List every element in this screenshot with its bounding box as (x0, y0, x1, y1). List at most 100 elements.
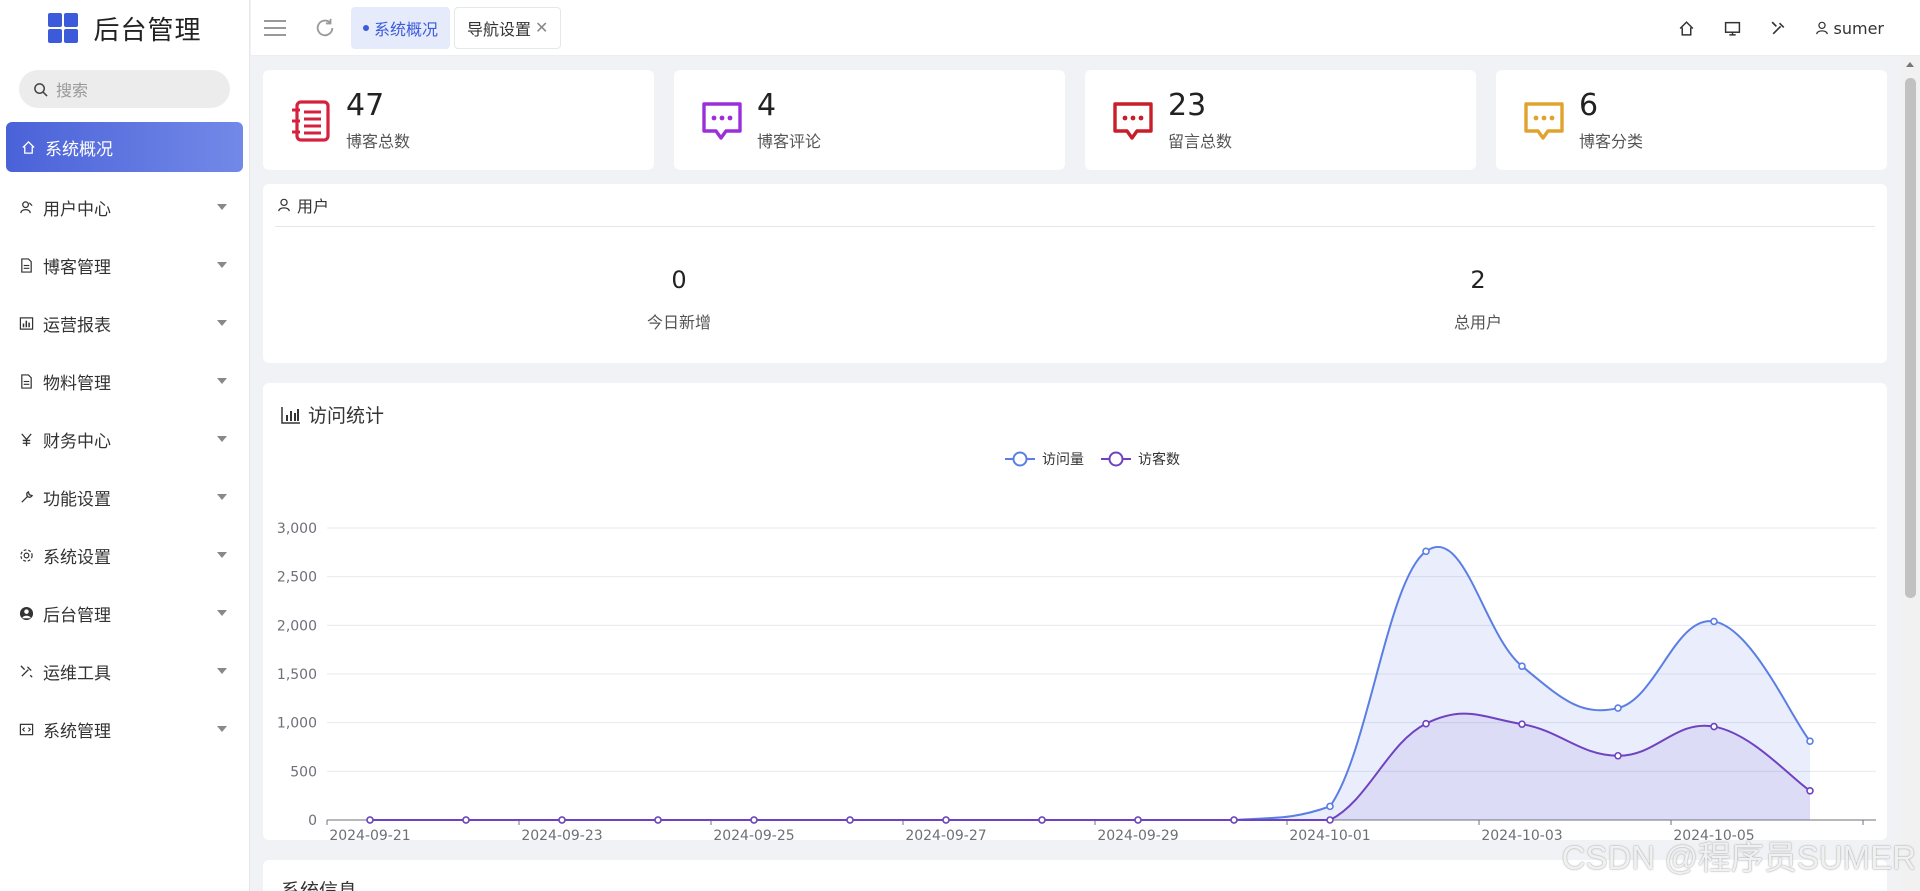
sidebar-item-7[interactable]: 系统设置 (0, 526, 249, 584)
chevron-down-icon[interactable] (217, 494, 227, 500)
sidebar-item-label: 物料管理 (43, 373, 111, 394)
data-point (1326, 816, 1334, 824)
sidebar-item-label: 博客管理 (43, 257, 111, 278)
users-panel-title: 用户 (297, 197, 330, 216)
sidebar-item-label: 运营报表 (43, 315, 111, 336)
chevron-down-icon[interactable] (217, 320, 227, 326)
user-menu[interactable]: sumer (1815, 19, 1884, 38)
chevron-down-icon[interactable] (217, 262, 227, 268)
y-tick-label: 2,500 (277, 570, 317, 586)
sidebar-item-6[interactable]: 功能设置 (0, 468, 249, 526)
sidebar-item-2[interactable]: 博客管理 (0, 236, 249, 294)
tools-icon (18, 663, 34, 679)
x-tick-label: 2024-09-23 (521, 828, 602, 840)
notebook-icon (292, 100, 330, 142)
tools-icon[interactable] (1769, 18, 1789, 38)
page-scrollbar[interactable] (1901, 56, 1920, 891)
stat-card-1[interactable]: 4 博客评论 (674, 70, 1065, 170)
stat-card-3[interactable]: 6 博客分类 (1496, 70, 1887, 170)
stat-label: 博客分类 (1579, 131, 1644, 151)
system-info-title: 系统信息 (281, 880, 358, 891)
sidebar-item-8[interactable]: 后台管理 (0, 584, 249, 642)
home-icon (20, 139, 36, 155)
x-tick-label: 2024-10-01 (1289, 828, 1370, 840)
sidebar-item-label: 后台管理 (43, 605, 111, 626)
home-icon[interactable] (1677, 18, 1697, 38)
sidebar-item-label: 功能设置 (43, 489, 111, 510)
search-input[interactable]: 搜索 (56, 77, 88, 101)
today-new-label: 今日新增 (646, 313, 711, 332)
topbar: 系统概况 导航设置 ✕ sumer (251, 0, 1920, 56)
today-new-value: 0 (671, 266, 687, 294)
chevron-down-icon[interactable] (217, 436, 227, 442)
data-point (1038, 816, 1046, 824)
data-point (942, 816, 950, 824)
bar-chart-icon (281, 406, 300, 424)
sidebar-item-1[interactable]: 用户中心 (0, 178, 249, 236)
monitor-icon[interactable] (1723, 18, 1743, 38)
stat-value: 4 (757, 87, 777, 123)
data-point (846, 816, 854, 824)
sidebar-item-10[interactable]: 系统管理 (0, 700, 249, 758)
code-icon (18, 721, 34, 737)
visit-chart: 0 500 1,000 1,500 2,000 2,500 3,000 2024-09-21 2… (277, 451, 1876, 840)
x-tick-label: 2024-10-03 (1481, 828, 1562, 840)
chevron-down-icon[interactable] (217, 668, 227, 674)
tab-nav-settings[interactable]: 导航设置 ✕ (454, 6, 562, 49)
search-box[interactable]: 搜索 (19, 70, 230, 108)
grid-logo-icon (47, 12, 79, 44)
sidebar-item-label: 系统设置 (43, 547, 111, 568)
stat-cards: 47 博客总数 4 博客评论 23 留言总数 6 博客分类 (263, 70, 1887, 170)
total-users-label: 总用户 (1453, 313, 1502, 332)
logo[interactable]: 后台管理 (0, 0, 249, 56)
comment-icon (1113, 102, 1153, 140)
sidebar-item-5[interactable]: 财务中心 (0, 410, 249, 468)
y-tick-label: 1,000 (277, 716, 317, 732)
scroll-up-icon[interactable] (1906, 62, 1914, 67)
legend-label: 访客数 (1138, 451, 1180, 468)
data-point (1422, 547, 1430, 556)
stat-card-0[interactable]: 47 博客总数 (263, 70, 654, 170)
sidebar-item-9[interactable]: 运维工具 (0, 642, 249, 700)
sidebar-item-0[interactable]: 系统概况 (6, 122, 243, 172)
user-circle-icon (18, 605, 34, 621)
close-icon[interactable]: ✕ (535, 18, 548, 37)
document-icon (18, 257, 34, 273)
chevron-down-icon[interactable] (217, 726, 227, 732)
yen-icon (18, 431, 34, 447)
data-point (1134, 816, 1142, 824)
data-point (1518, 720, 1526, 728)
sidebar-item-label: 财务中心 (43, 431, 111, 452)
data-point (1614, 751, 1622, 760)
x-tick-label: 2024-09-21 (329, 828, 410, 840)
total-users-stat: 2 总用户 (1328, 266, 1628, 333)
stat-text: 4 博客评论 (757, 87, 822, 152)
y-tick-label: 3,000 (277, 521, 317, 537)
sidebar-item-4[interactable]: 物料管理 (0, 352, 249, 410)
stat-label: 博客评论 (757, 131, 822, 151)
username: sumer (1833, 18, 1884, 38)
visit-title-text: 访问统计 (308, 405, 385, 427)
x-tick-label: 2024-09-27 (905, 828, 986, 840)
users-panel-header: 用户 (275, 184, 1875, 227)
stat-text: 47 博客总数 (346, 88, 411, 152)
sidebar-menu: 系统概况用户中心博客管理运营报表物料管理财务中心功能设置系统设置后台管理运维工具… (0, 122, 249, 758)
user-icon (278, 198, 290, 212)
wrench-icon (18, 489, 34, 505)
user-icon (1815, 21, 1828, 35)
chevron-down-icon[interactable] (217, 378, 227, 384)
watermark: CSDN @程序员SUMER (1561, 839, 1916, 876)
chevron-down-icon[interactable] (217, 610, 227, 616)
tab-overview[interactable]: 系统概况 (351, 6, 451, 49)
sidebar-item-label: 系统管理 (43, 721, 111, 742)
menu-toggle-icon[interactable] (263, 16, 287, 40)
refresh-icon[interactable] (313, 16, 337, 40)
sidebar-item-3[interactable]: 运营报表 (0, 294, 249, 352)
chevron-down-icon[interactable] (217, 204, 227, 210)
scrollbar-thumb[interactable] (1905, 78, 1916, 598)
data-point (1710, 722, 1718, 731)
stat-card-2[interactable]: 23 留言总数 (1085, 70, 1476, 170)
chevron-down-icon[interactable] (217, 552, 227, 558)
stat-label: 博客总数 (346, 131, 411, 151)
data-point (1230, 816, 1238, 824)
